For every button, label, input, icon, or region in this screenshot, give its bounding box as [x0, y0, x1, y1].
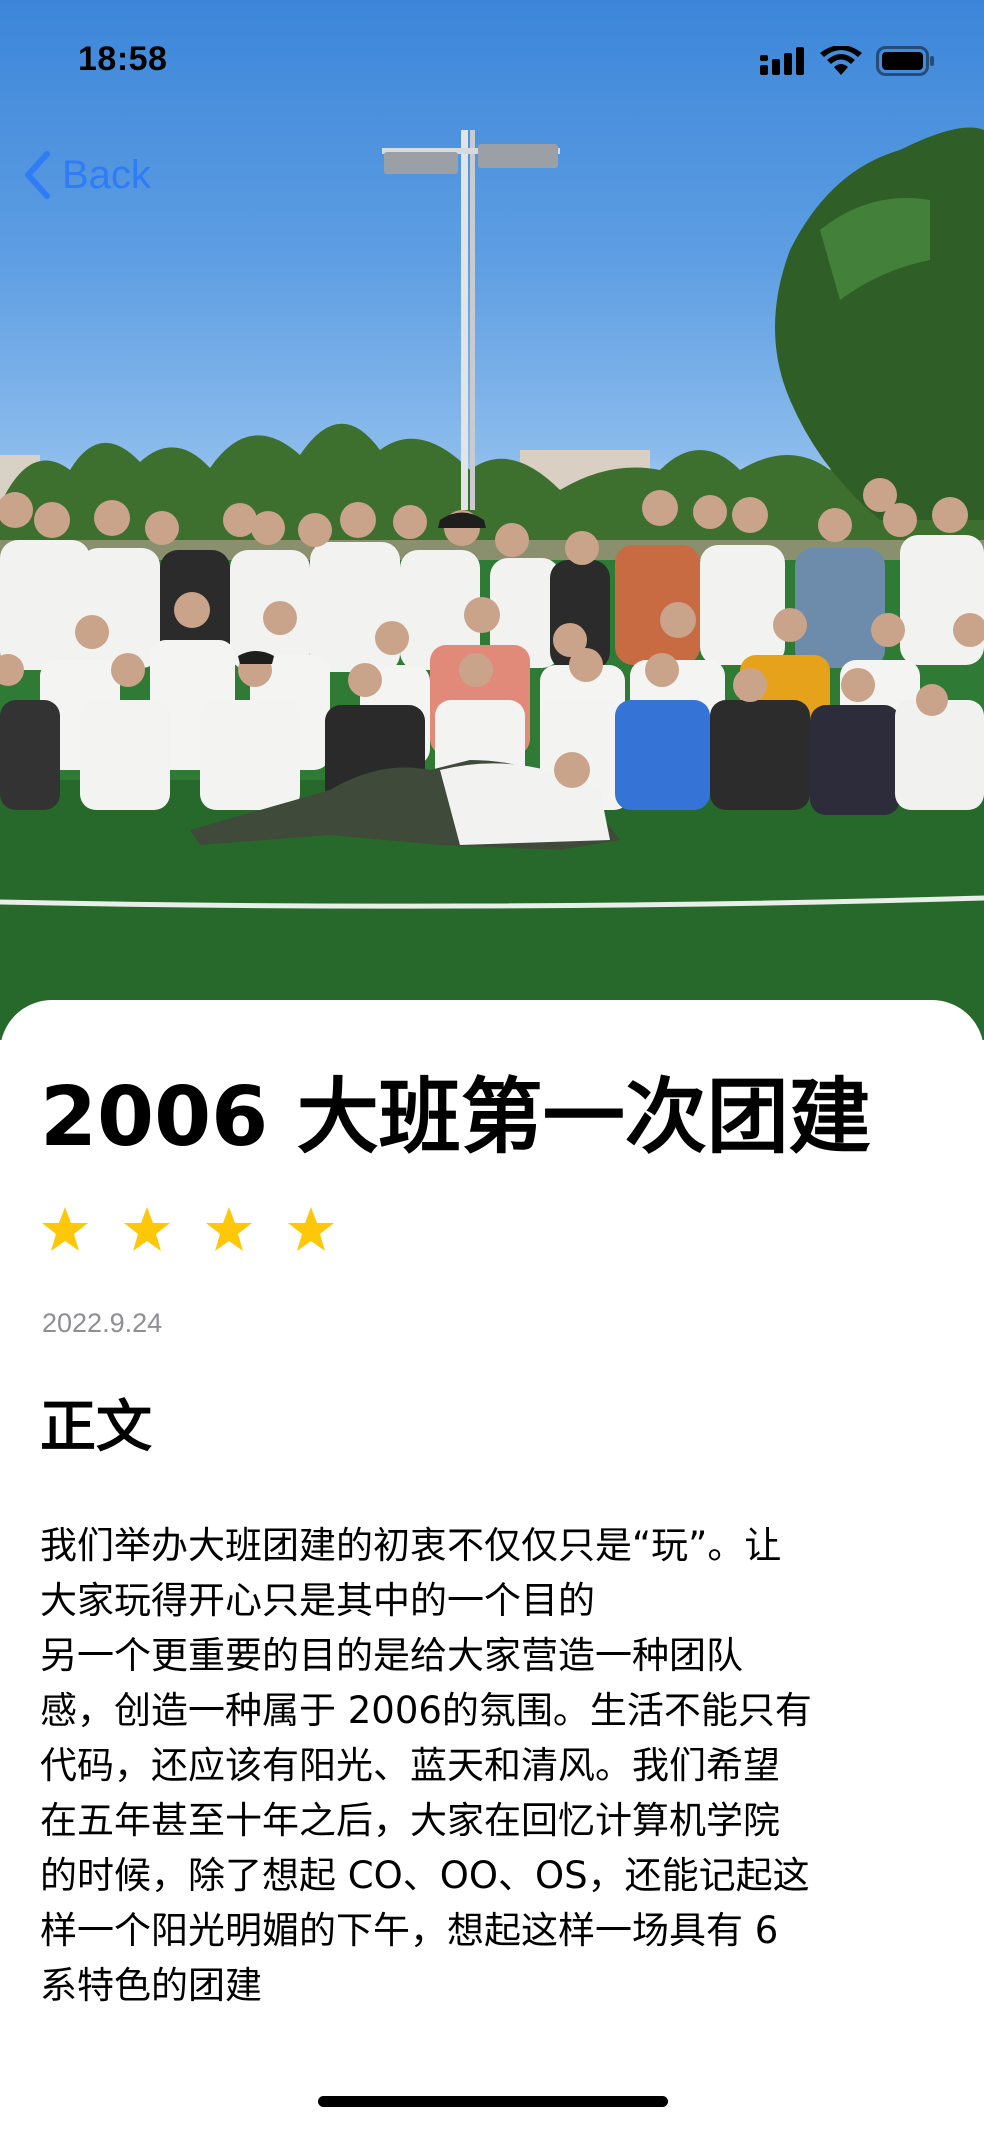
- content-card: 2006 大班第一次团建 2022.9.24 正文 我们举办大班团建的初衷不仅仅…: [0, 1000, 984, 2130]
- star-icon: [206, 1207, 252, 1251]
- star-icon: [42, 1207, 88, 1251]
- battery-icon: [876, 46, 934, 76]
- home-indicator[interactable]: [318, 2096, 668, 2107]
- back-button-label: Back: [62, 152, 151, 197]
- wifi-icon: [820, 46, 862, 75]
- status-bar: 18:58: [0, 0, 984, 120]
- post-body: 我们举办大班团建的初衷不仅仅只是“玩”。让 大家玩得开心只是其中的一个目的 另一…: [40, 1524, 812, 2007]
- cellular-signal-icon: [760, 47, 804, 75]
- star-icon: [124, 1207, 170, 1251]
- back-button[interactable]: Back: [22, 148, 151, 202]
- status-icons: [760, 46, 936, 76]
- post-date: 2022.9.24: [42, 1308, 163, 1338]
- star-rating: [40, 1205, 336, 1255]
- star-icon: [288, 1207, 334, 1251]
- section-heading: 正文: [40, 1395, 152, 1460]
- post-title: 2006 大班第一次团建: [40, 1070, 871, 1165]
- chevron-left-icon: [25, 151, 50, 199]
- status-time: 18:58: [78, 40, 168, 78]
